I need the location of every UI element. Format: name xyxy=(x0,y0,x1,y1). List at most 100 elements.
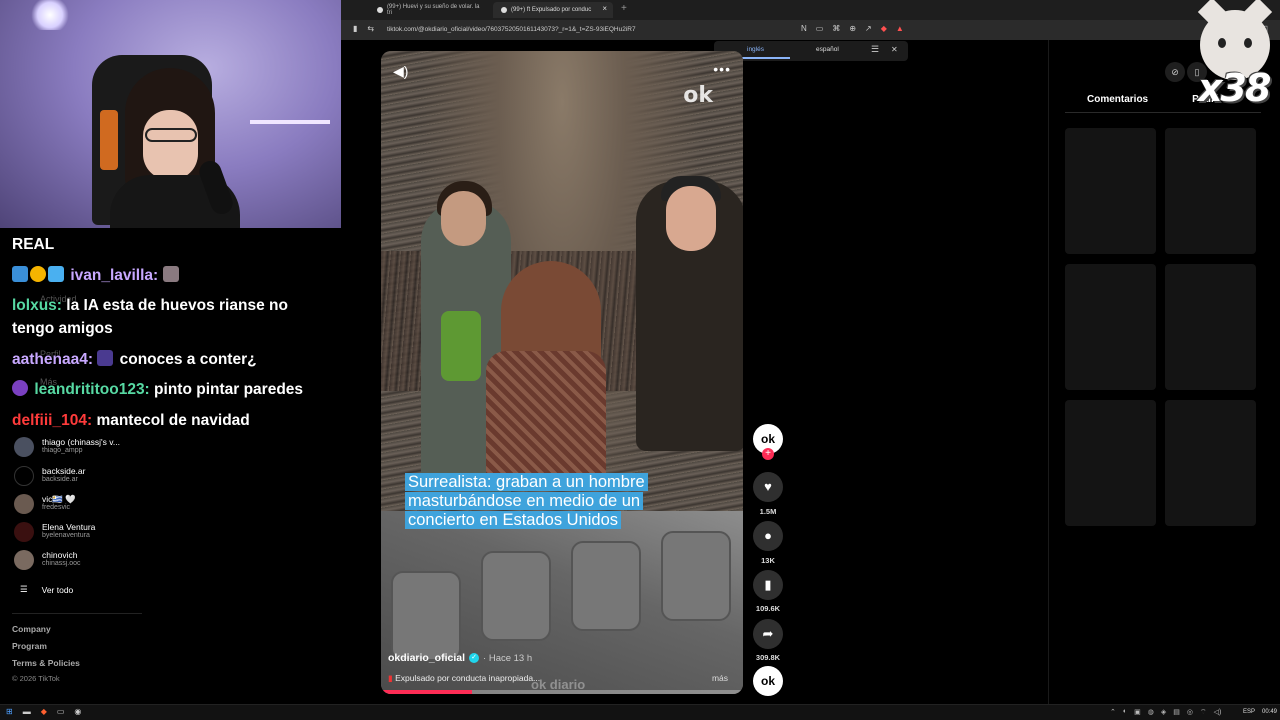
list-icon: ☰ xyxy=(20,584,28,594)
following-name: chinovich xyxy=(42,550,78,561)
settings-icon[interactable]: ⊘ xyxy=(1165,62,1185,82)
following-item[interactable]: thiago (chinassj's v... thiago_ampp xyxy=(14,437,120,457)
follow-plus-icon[interactable]: + xyxy=(762,448,774,460)
translate-popup: inglés español ☰ ✕ xyxy=(714,41,908,61)
zoom-icon[interactable]: ⊕ xyxy=(849,24,856,33)
volume-icon[interactable]: ◁) xyxy=(1214,708,1222,717)
mute-icon[interactable]: ◀) xyxy=(393,63,408,80)
badge-icon xyxy=(30,266,46,282)
save-count: 109.6K xyxy=(755,604,781,613)
new-tab-button[interactable]: + xyxy=(621,3,627,14)
thumbnail-placeholder[interactable] xyxy=(1165,128,1256,254)
tray-icon[interactable]: ⌃ xyxy=(1110,708,1116,717)
okdiario-watermark: ok xyxy=(683,83,713,108)
share-arrow-icon: ➦ xyxy=(762,626,774,641)
thumbnail-placeholder[interactable] xyxy=(1165,264,1256,390)
see-all-button[interactable]: ☰ Ver todo xyxy=(20,584,73,595)
comment-button[interactable]: ● xyxy=(753,521,783,551)
translate-option-spanish[interactable]: español xyxy=(816,46,839,53)
following-handle: byelenaventura xyxy=(42,532,90,540)
folder-icon[interactable]: ▬ xyxy=(23,707,31,716)
reader-icon[interactable]: N xyxy=(801,24,807,33)
following-item[interactable]: backside.ar backside.ar xyxy=(14,466,85,486)
chat-username[interactable]: leandrititoo123: xyxy=(34,381,149,398)
windows-start-icon[interactable]: ⊞ xyxy=(6,707,13,716)
share-button[interactable]: ➦ xyxy=(753,619,783,649)
translate-icon[interactable]: ⌘ xyxy=(832,24,840,33)
screen-icon[interactable]: ▭ xyxy=(816,24,824,33)
footer-link-company[interactable]: Company xyxy=(12,624,51,634)
footer-link-program[interactable]: Program xyxy=(12,641,47,651)
chat-message: aathenaa4: conoces a conter¿ xyxy=(12,349,257,371)
site-info-icon[interactable]: ⇆ xyxy=(367,24,374,33)
following-item[interactable]: Elena Ventura byelenaventura xyxy=(14,522,95,542)
see-more-link[interactable]: más xyxy=(712,673,728,683)
progress-bar[interactable] xyxy=(381,690,743,694)
chat-text: tengo amigos xyxy=(12,320,113,337)
tiktok-icon xyxy=(377,7,383,13)
browser-tab-bar: (99+) Huevi y su sueño de volar. la tri … xyxy=(341,0,1280,20)
thumbnail-placeholder[interactable] xyxy=(1065,128,1156,254)
following-name: backside.ar xyxy=(42,466,86,477)
chat-text: mantecol de navidad xyxy=(96,412,250,429)
tab-label: (99+) Huevi y su sueño de volar. la tri xyxy=(386,4,480,16)
person-right xyxy=(636,176,743,451)
comment-count: 13K xyxy=(761,556,775,565)
devil-emote-icon xyxy=(12,380,28,396)
following-handle: chinassj.ooc xyxy=(42,560,81,568)
emote-icon xyxy=(97,350,114,366)
tray-icon[interactable]: ◐ xyxy=(1123,708,1127,717)
footer-link-terms[interactable]: Terms & Policies xyxy=(12,658,80,668)
following-name: Elena Ventura xyxy=(42,522,96,533)
share-icon[interactable]: ↗ xyxy=(865,24,872,33)
tab-comments[interactable]: Comentarios xyxy=(1087,94,1148,105)
tray-icon[interactable]: ◎ xyxy=(1187,708,1193,717)
video-caption: Surrealista: graban a un hombre masturbá… xyxy=(405,473,679,530)
app-icon[interactable]: ▭ xyxy=(57,707,65,716)
tray-icon[interactable]: ◈ xyxy=(1161,708,1166,717)
following-name: thiago (chinassj's v... xyxy=(42,437,120,448)
thumbnail-placeholder[interactable] xyxy=(1065,400,1156,526)
save-button[interactable]: ▮ xyxy=(753,570,783,600)
stadium-seats xyxy=(381,511,743,694)
close-icon[interactable]: ✕ xyxy=(891,45,898,54)
author-name[interactable]: okdiario_oficial xyxy=(388,652,465,664)
url-field[interactable]: tiktok.com/@okdiario_oficial/video/76037… xyxy=(387,26,636,33)
thumbnail-placeholder[interactable] xyxy=(1165,400,1256,526)
language-indicator[interactable]: ESP xyxy=(1243,709,1255,715)
obs-icon[interactable]: ◉ xyxy=(74,707,81,716)
video-player[interactable]: ◀) ••• ok Surrealista: graban a un hombr… xyxy=(381,51,743,694)
like-count: 1.5M xyxy=(759,507,777,516)
thumbnail-placeholder[interactable] xyxy=(1065,264,1156,390)
browser-tab-active[interactable]: (99+) ft Expulsado por conduc × xyxy=(493,2,613,18)
close-tab-icon[interactable]: × xyxy=(602,4,607,13)
browser-tab[interactable]: (99+) Huevi y su sueño de volar. la tri xyxy=(369,2,493,18)
tray-icon[interactable]: ▤ xyxy=(1173,708,1180,717)
see-all-label: Ver todo xyxy=(41,584,74,595)
following-item[interactable]: vic🇺🇾 🤍 fredesvic xyxy=(14,494,76,514)
brave-icon[interactable]: ◆ xyxy=(41,707,47,716)
translate-option-english[interactable]: inglés xyxy=(747,46,764,53)
following-item[interactable]: chinovich chinassj.ooc xyxy=(14,550,81,570)
tray-icon[interactable]: ▣ xyxy=(1134,708,1141,717)
chat-username[interactable]: aathenaa4: xyxy=(12,351,93,368)
clock[interactable]: 00:49 xyxy=(1262,709,1277,715)
bookmark-icon[interactable]: ▮ xyxy=(353,24,357,33)
verified-icon: ✓ xyxy=(469,653,480,663)
emote-icon xyxy=(162,266,179,282)
like-button[interactable]: ♥ xyxy=(753,472,783,502)
os-taskbar: ⊞ ▬ ◆ ▭ ◉ ⌃ ◐ ▣ ◍ ◈ ▤ ◎ ⌔ ◁) ESP 00:49 xyxy=(0,704,1280,720)
chat-username[interactable]: lolxus: xyxy=(12,297,62,314)
sound-avatar[interactable]: ok xyxy=(753,666,783,696)
address-bar: ▮ ⇆ tiktok.com/@okdiario_oficial/video/7… xyxy=(341,20,1280,40)
chat-username[interactable]: delfiii_104: xyxy=(12,412,92,429)
brave-shield-icon[interactable]: ◆ xyxy=(881,24,887,33)
wifi-icon[interactable]: ⌔ xyxy=(1200,708,1207,717)
chat-username[interactable]: ivan_lavilla: xyxy=(70,267,158,284)
tray-icon[interactable]: ◍ xyxy=(1148,708,1154,717)
menu-icon[interactable]: ☰ xyxy=(871,44,879,55)
badge-icon xyxy=(12,266,28,282)
tiktok-icon xyxy=(501,7,507,13)
rewards-icon[interactable]: ▲ xyxy=(896,24,904,33)
more-options-icon[interactable]: ••• xyxy=(713,61,731,77)
